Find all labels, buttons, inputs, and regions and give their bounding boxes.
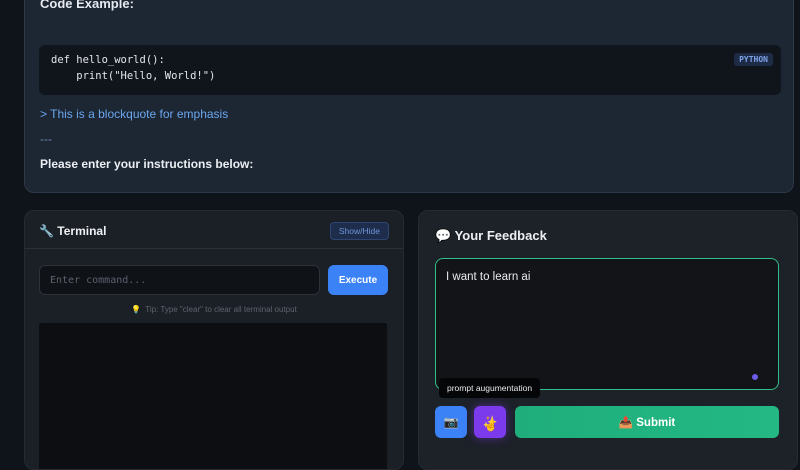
camera-icon: 📷 bbox=[443, 415, 459, 429]
feedback-textarea[interactable] bbox=[435, 258, 779, 390]
terminal-title-label: Terminal bbox=[57, 224, 107, 238]
code-line: def hello_world(): bbox=[51, 54, 165, 66]
code-line: print("Hello, World!") bbox=[51, 70, 216, 82]
tip-text: Tip: Type "clear" to clear all terminal … bbox=[145, 305, 297, 314]
language-badge: PYTHON bbox=[734, 53, 773, 66]
terminal-tip: 💡 Tip: Type "clear" to clear all termina… bbox=[25, 305, 403, 314]
terminal-title: 🔧 Terminal bbox=[39, 224, 106, 238]
status-dot bbox=[752, 374, 758, 380]
outbox-icon: 📤 bbox=[618, 417, 634, 429]
feedback-title: 💬 Your Feedback bbox=[435, 228, 547, 244]
pointer-cursor-icon: ☝ bbox=[484, 420, 498, 432]
instructions-text: Please enter your instructions below: bbox=[40, 157, 254, 171]
submit-label: Submit bbox=[636, 417, 676, 429]
horizontal-rule: --- bbox=[40, 132, 52, 146]
terminal-header: 🔧 Terminal Show/Hide bbox=[25, 211, 403, 249]
terminal-panel: 🔧 Terminal Show/Hide Execute 💡 Tip: Type… bbox=[24, 210, 404, 470]
speech-bubble-icon: 💬 bbox=[435, 228, 452, 243]
content-card: Code Example: def hello_world(): print("… bbox=[24, 0, 794, 193]
wrench-icon: 🔧 bbox=[39, 224, 54, 238]
command-input[interactable] bbox=[39, 265, 320, 295]
prompt-augmentation-tooltip: prompt augumentation bbox=[439, 378, 541, 398]
terminal-output[interactable] bbox=[39, 323, 387, 469]
feedback-title-label: Your Feedback bbox=[454, 228, 547, 243]
feedback-panel: 💬 Your Feedback prompt augumentation 📷 ✨… bbox=[418, 210, 798, 470]
show-hide-button[interactable]: Show/Hide bbox=[329, 222, 389, 240]
code-heading: Code Example: bbox=[40, 0, 134, 11]
submit-button[interactable]: 📤 Submit bbox=[515, 406, 779, 438]
code-block: def hello_world(): print("Hello, World!"… bbox=[39, 45, 781, 95]
execute-button[interactable]: Execute bbox=[328, 265, 388, 295]
image-upload-button[interactable]: 📷 bbox=[435, 406, 467, 438]
blockquote: > This is a blockquote for emphasis bbox=[40, 107, 229, 121]
lightbulb-icon: 💡 bbox=[131, 305, 142, 314]
